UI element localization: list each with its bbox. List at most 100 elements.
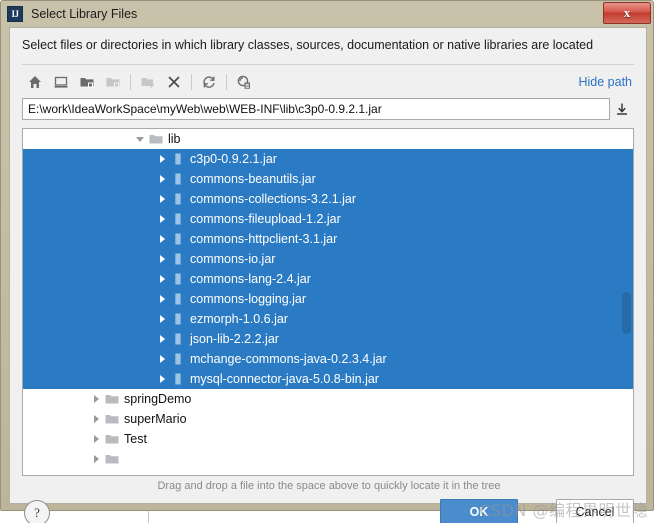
jar-icon <box>169 249 187 269</box>
tree-row-label: commons-httpclient-3.1.jar <box>190 232 338 246</box>
tree-row[interactable]: mysql-connector-java-5.0.8-bin.jar <box>23 369 633 389</box>
title-bar[interactable]: IJ Select Library Files x <box>1 1 654 27</box>
dialog-body: Select files or directories in which lib… <box>9 27 647 523</box>
jar-icon <box>169 189 187 209</box>
tree-row[interactable]: commons-lang-2.4.jar <box>23 269 633 289</box>
intellij-idea-icon: IJ <box>7 6 23 22</box>
chevron-right-icon[interactable] <box>155 229 169 249</box>
tree-row[interactable]: commons-io.jar <box>23 249 633 269</box>
file-tree-panel[interactable]: lib c3p0-0.9.2.1.jar commons-beanutils.jar… <box>22 128 634 476</box>
jar-icon <box>169 269 187 289</box>
tree-scrollbar-thumb[interactable] <box>622 292 631 334</box>
cancel-button[interactable]: Cancel <box>556 499 634 523</box>
chevron-right-icon[interactable] <box>155 329 169 349</box>
chevron-right-icon[interactable] <box>155 309 169 329</box>
jar-icon <box>169 369 187 389</box>
toolbar-separator-3 <box>226 74 227 90</box>
folder-icon <box>103 429 121 449</box>
tree-row-label: mchange-commons-java-0.2.3.4.jar <box>190 352 387 366</box>
tree-row-label: commons-io.jar <box>190 252 276 266</box>
file-chooser-toolbar: Hide path <box>22 68 634 96</box>
chevron-right-icon[interactable] <box>155 189 169 209</box>
tree-row[interactable]: Test <box>23 429 633 449</box>
chevron-right-icon[interactable] <box>155 249 169 269</box>
path-row: E:\work\IdeaWorkSpace\myWeb\web\WEB-INF\… <box>22 97 634 121</box>
tree-row[interactable]: commons-collections-3.2.1.jar <box>23 189 633 209</box>
tree-row[interactable]: commons-logging.jar <box>23 289 633 309</box>
tree-row-label: commons-collections-3.2.1.jar <box>190 192 357 206</box>
tree-row-label: commons-fileupload-1.2.jar <box>190 212 341 226</box>
desktop-icon[interactable] <box>48 70 74 94</box>
folder-icon <box>103 409 121 429</box>
tree-row[interactable]: lib <box>23 129 633 149</box>
tree-row-label: lib <box>168 132 181 146</box>
dialog-header-text: Select files or directories in which lib… <box>22 38 594 52</box>
delete-icon[interactable] <box>161 70 187 94</box>
tree-row[interactable]: superMario <box>23 409 633 429</box>
jar-icon <box>169 349 187 369</box>
folder-icon <box>103 449 121 469</box>
tree-row-label: commons-logging.jar <box>190 292 307 306</box>
chevron-right-icon[interactable] <box>155 149 169 169</box>
jar-icon <box>169 149 187 169</box>
tree-row-label: c3p0-0.9.2.1.jar <box>190 152 277 166</box>
new-folder-icon <box>135 70 161 94</box>
folder-icon <box>100 70 126 94</box>
tree-row-label: springDemo <box>124 392 192 406</box>
chevron-right-icon[interactable] <box>155 369 169 389</box>
jar-icon <box>169 209 187 229</box>
path-input[interactable]: E:\work\IdeaWorkSpace\myWeb\web\WEB-INF\… <box>22 98 610 120</box>
tree-row-label: commons-beanutils.jar <box>190 172 316 186</box>
folder-icon <box>147 129 165 149</box>
hide-path-link[interactable]: Hide path <box>578 75 634 89</box>
toolbar-separator-2 <box>191 74 192 90</box>
folder-open-icon[interactable] <box>74 70 100 94</box>
chevron-down-icon[interactable] <box>133 129 147 149</box>
chevron-right-icon[interactable] <box>155 209 169 229</box>
close-icon[interactable]: x <box>603 2 651 24</box>
jar-icon <box>169 169 187 189</box>
drag-drop-hint: Drag and drop a file into the space abov… <box>157 480 501 492</box>
tree-row[interactable]: commons-fileupload-1.2.jar <box>23 209 633 229</box>
tree-row[interactable]: ezmorph-1.0.6.jar <box>23 309 633 329</box>
jar-icon <box>169 309 187 329</box>
tree-row-label: superMario <box>124 412 187 426</box>
home-icon[interactable] <box>22 70 48 94</box>
tree-row[interactable]: json-lib-2.2.2.jar <box>23 329 633 349</box>
chevron-right-icon[interactable] <box>89 389 103 409</box>
jar-icon <box>169 289 187 309</box>
chevron-right-icon[interactable] <box>89 429 103 449</box>
ok-button[interactable]: OK <box>440 499 518 523</box>
jar-icon <box>169 329 187 349</box>
toolbar-separator-1 <box>130 74 131 90</box>
jar-icon <box>169 229 187 249</box>
folder-icon <box>103 389 121 409</box>
tree-row-partial[interactable] <box>23 449 633 469</box>
chevron-right-icon[interactable] <box>89 409 103 429</box>
tree-row-label: commons-lang-2.4.jar <box>190 272 311 286</box>
dialog-window: IJ Select Library Files x Select files o… <box>0 0 654 523</box>
file-tree: lib c3p0-0.9.2.1.jar commons-beanutils.jar… <box>23 129 633 475</box>
window-title: Select Library Files <box>31 7 138 21</box>
tree-row-label: ezmorph-1.0.6.jar <box>190 312 288 326</box>
refresh-icon[interactable] <box>196 70 222 94</box>
chevron-right-icon[interactable] <box>155 169 169 189</box>
chevron-right-icon[interactable] <box>155 269 169 289</box>
help-button[interactable]: ? <box>24 500 50 523</box>
show-hidden-icon[interactable] <box>231 70 257 94</box>
chevron-right-icon[interactable] <box>89 449 103 469</box>
tree-row-label: json-lib-2.2.2.jar <box>190 332 279 346</box>
tree-row[interactable]: c3p0-0.9.2.1.jar <box>23 149 633 169</box>
chevron-right-icon[interactable] <box>155 289 169 309</box>
tree-row[interactable]: commons-httpclient-3.1.jar <box>23 229 633 249</box>
import-arrow-icon[interactable] <box>610 98 634 120</box>
tree-row[interactable]: springDemo <box>23 389 633 409</box>
screenshot-root: IJ Select Library Files x Select files o… <box>0 0 654 523</box>
dialog-footer: ? OK Cancel <box>10 496 648 523</box>
tree-row-label: mysql-connector-java-5.0.8-bin.jar <box>190 372 379 386</box>
tree-row[interactable]: commons-beanutils.jar <box>23 169 633 189</box>
tree-row[interactable]: mchange-commons-java-0.2.3.4.jar <box>23 349 633 369</box>
chevron-right-icon[interactable] <box>155 349 169 369</box>
tree-row-label: Test <box>124 432 147 446</box>
header-divider <box>22 64 634 65</box>
